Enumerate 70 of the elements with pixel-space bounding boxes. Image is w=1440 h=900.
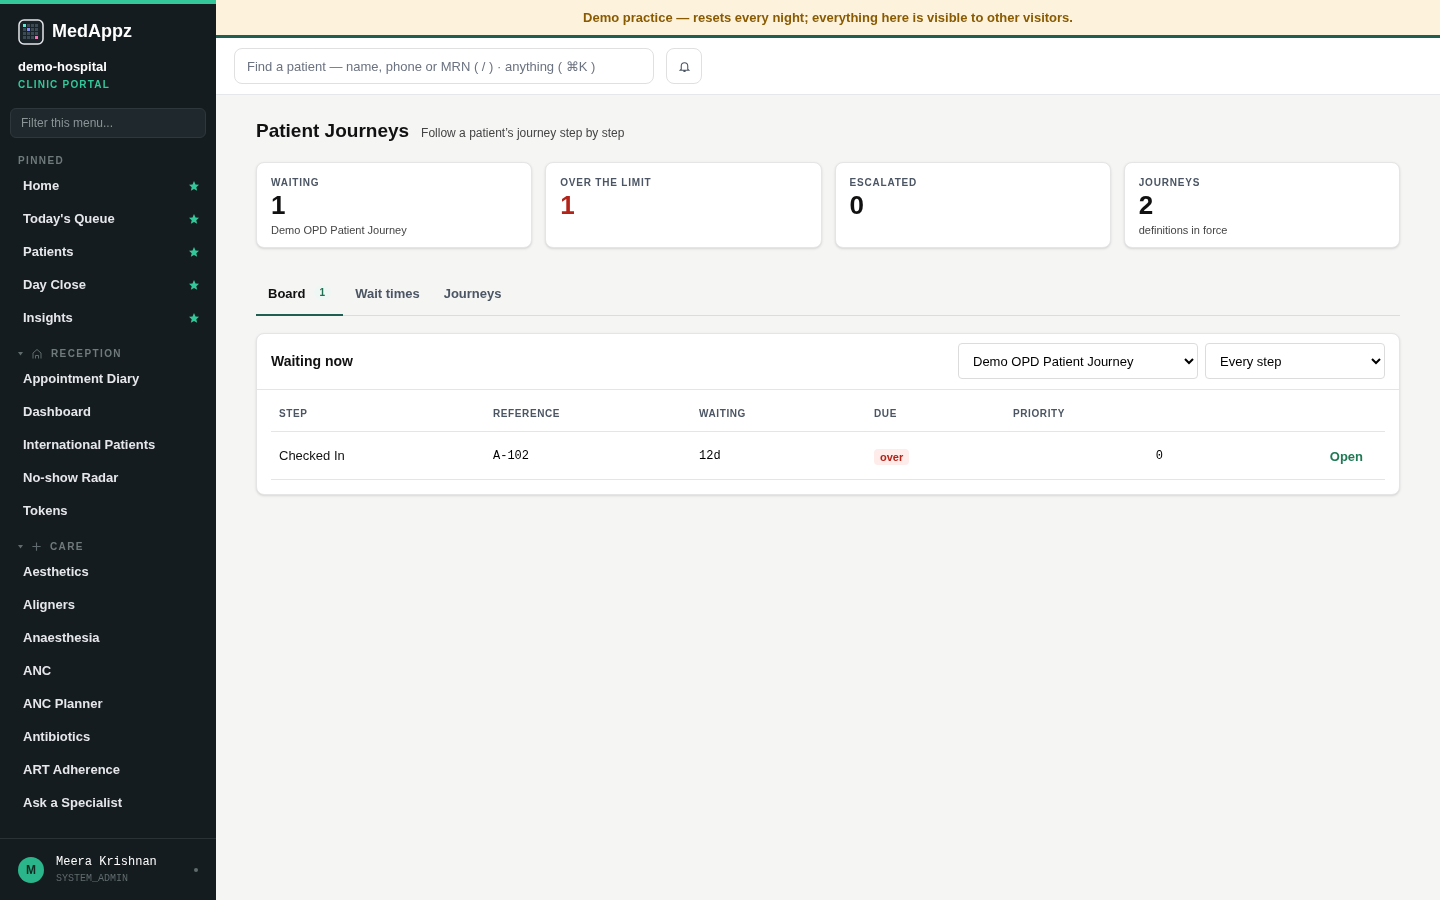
nav-item[interactable]: No-show Radar xyxy=(0,461,216,495)
avatar[interactable]: M xyxy=(18,856,44,883)
open-link[interactable]: Open xyxy=(1329,448,1363,464)
star-icon[interactable] xyxy=(188,279,200,291)
bell-icon xyxy=(677,59,691,73)
portal-label: CLINIC PORTAL xyxy=(18,77,112,92)
notifications-button[interactable] xyxy=(666,48,702,84)
filter-field[interactable]: Filter this menu... xyxy=(10,107,206,138)
nav-item[interactable]: Antibiotics xyxy=(0,720,216,754)
nav-item[interactable]: Tokens xyxy=(0,494,216,528)
nav-item[interactable]: Dashboard xyxy=(0,395,216,429)
stat-label: WAITING xyxy=(271,175,321,190)
stat-value: 1 xyxy=(560,189,576,220)
nav-item[interactable]: ANC xyxy=(0,654,216,688)
table-cell: A-102 xyxy=(485,431,691,480)
stat-note: definitions in force xyxy=(1138,222,1229,238)
step-select[interactable]: Every step xyxy=(1205,343,1385,379)
demo-banner: Demo practice — resets every night; everything here is visible to other visitors. xyxy=(216,0,1440,38)
user-name: Meera Krishnan xyxy=(56,854,158,871)
search-field[interactable]: Find a patient — name, phone or MRN ( / ) · anything ( ⌘K ) xyxy=(234,48,654,84)
nav-item[interactable]: ART Adherence xyxy=(0,753,216,787)
page-title: Patient Journeys xyxy=(256,119,410,143)
nav-item[interactable]: Anaesthesia xyxy=(0,621,216,655)
org-name: demo-hospital xyxy=(18,58,108,76)
section-label: CARE xyxy=(50,540,84,554)
brand-name: MedAppz xyxy=(52,20,132,43)
nav-item[interactable]: International Patients xyxy=(0,428,216,462)
nav-item[interactable]: Ask a Specialist xyxy=(0,786,216,820)
star-icon[interactable] xyxy=(188,213,200,225)
logo-icon xyxy=(18,18,44,45)
nav-item[interactable]: ANC Planner xyxy=(0,687,216,721)
stat-note: Demo OPD Patient Journey xyxy=(271,222,408,238)
nav-item[interactable]: Appointment Diary xyxy=(0,362,216,396)
panel-title: Waiting now xyxy=(271,351,353,371)
tab[interactable]: Board 1 xyxy=(256,283,344,316)
table-cell: Checked In xyxy=(271,431,485,480)
page-subtitle: Follow a patient’s journey step by step xyxy=(421,125,625,142)
journey-select[interactable]: Demo OPD Patient Journey xyxy=(958,343,1198,379)
count-badge: 1 xyxy=(313,284,332,300)
stat-label: OVER THE LIMIT xyxy=(560,175,653,190)
stat-label: ESCALATED xyxy=(849,175,919,190)
status-badge: over xyxy=(874,448,910,465)
column-header: WAITING xyxy=(691,405,866,432)
column-header: STEP xyxy=(271,405,485,432)
star-icon[interactable] xyxy=(188,246,200,258)
nav-item[interactable]: Today's Queue xyxy=(0,202,216,236)
section-label: RECEPTION xyxy=(51,347,122,361)
section-label: PINNED xyxy=(18,154,65,168)
table-cell: 12d xyxy=(691,431,866,480)
star-icon[interactable] xyxy=(188,180,200,192)
plus-icon xyxy=(31,541,42,552)
table-cell: 0 xyxy=(1005,431,1203,480)
column-header: PRIORITY xyxy=(1005,405,1203,432)
star-icon[interactable] xyxy=(188,312,200,324)
stat-value: 2 xyxy=(1138,189,1155,220)
stat-value: 1 xyxy=(271,189,287,220)
tab[interactable]: Journeys xyxy=(431,283,514,316)
nav-item[interactable]: Insights xyxy=(0,301,216,335)
tab[interactable]: Wait times xyxy=(343,283,432,316)
home-icon xyxy=(31,347,43,360)
nav-item[interactable]: Patients xyxy=(0,235,216,269)
stat-value: 0 xyxy=(849,189,865,220)
nav-item[interactable]: Aesthetics xyxy=(0,555,216,589)
stat-label: JOURNEYS xyxy=(1138,175,1202,190)
user-role: SYSTEM_ADMIN xyxy=(56,872,129,886)
nav-item[interactable]: Home xyxy=(0,169,216,203)
nav-item[interactable]: Day Close xyxy=(0,268,216,302)
column-header: DUE xyxy=(866,405,1005,432)
nav-item[interactable]: Aligners xyxy=(0,588,216,622)
column-header: REFERENCE xyxy=(485,405,691,432)
